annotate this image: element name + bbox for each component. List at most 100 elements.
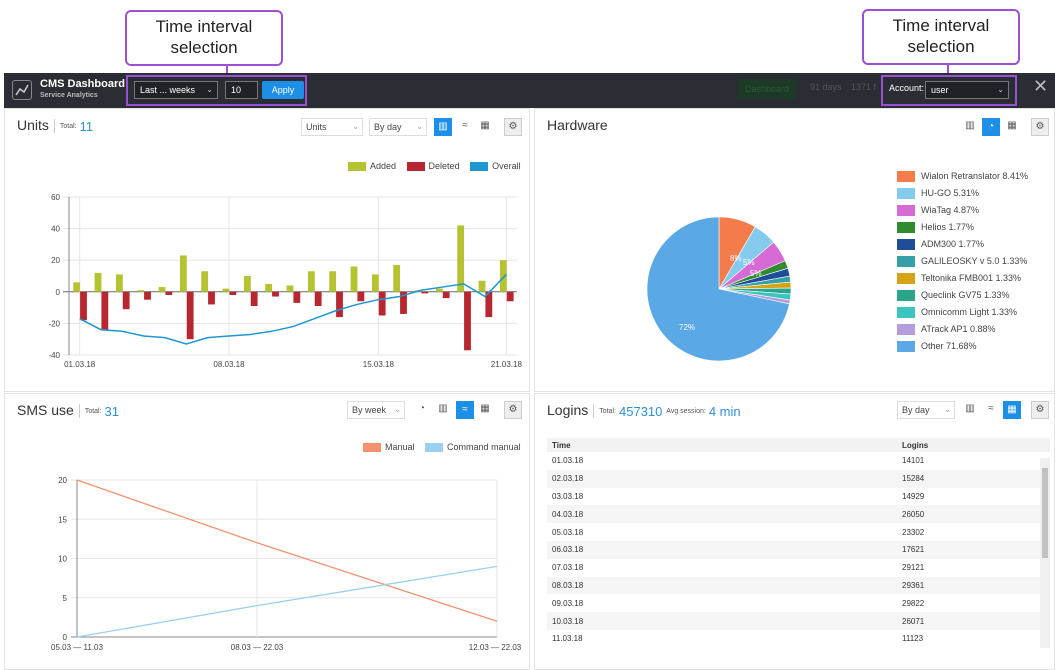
table-row: 10.03.18 26071 bbox=[547, 612, 1050, 630]
legend-item: Wialon Retranslator 8.41% bbox=[897, 170, 1028, 187]
cell-logins: 23302 bbox=[902, 527, 925, 537]
legend-item: ATrack AP1 0.88% bbox=[897, 323, 1028, 340]
annotation-right: Time interval selection bbox=[862, 9, 1020, 65]
y-tick-label: 20 bbox=[51, 256, 60, 265]
close-icon[interactable]: ✕ bbox=[1033, 76, 1048, 97]
table-row: 08.03.18 29361 bbox=[547, 576, 1050, 595]
cell-logins: 26071 bbox=[902, 612, 1050, 630]
legend-swatch bbox=[897, 239, 915, 251]
cell-time: 03.03.18 bbox=[552, 491, 584, 501]
added-bar bbox=[329, 271, 337, 292]
info-extra: 1371 f bbox=[851, 82, 877, 92]
deleted-bar bbox=[357, 291, 365, 302]
table-row: 05.03.18 23302 bbox=[547, 523, 1050, 541]
total-label: Total: bbox=[599, 407, 616, 415]
table-row: 04.03.18 26050 bbox=[547, 505, 1050, 524]
cell-logins: 15284 bbox=[902, 469, 1050, 488]
added-bar bbox=[243, 276, 251, 292]
added-bar bbox=[158, 287, 166, 292]
cell-logins: 29361 bbox=[902, 576, 1050, 595]
x-tick-label: 12.03 — 22.03 bbox=[469, 643, 522, 652]
bar-chart-icon[interactable]: ▥ bbox=[961, 401, 979, 419]
column-header-logins[interactable]: Logins bbox=[902, 438, 1050, 452]
period-select-value: Last ... weeks bbox=[140, 85, 196, 95]
line-chart-icon[interactable]: ≈ bbox=[982, 401, 1000, 419]
divider bbox=[126, 79, 127, 101]
x-tick-label: 21.03.18 bbox=[491, 360, 523, 369]
deleted-bar bbox=[122, 291, 130, 310]
pie-slice-label: 8% bbox=[730, 254, 742, 263]
added-bar bbox=[73, 282, 81, 292]
legend-item: ADM300 1.77% bbox=[897, 238, 1028, 255]
added-bar bbox=[307, 271, 315, 292]
apply-button[interactable]: Apply bbox=[262, 81, 304, 99]
legend-label: Omnicomm Light 1.33% bbox=[921, 307, 1018, 317]
table-icon[interactable]: ▦ bbox=[1003, 401, 1021, 419]
added-bar bbox=[435, 288, 443, 292]
added-bar bbox=[201, 271, 209, 292]
deleted-bar bbox=[293, 291, 301, 303]
legend-item: Helios 1.77% bbox=[897, 221, 1028, 238]
cell-logins: 14101 bbox=[902, 456, 925, 466]
deleted-bar bbox=[186, 291, 194, 340]
deleted-bar bbox=[421, 291, 429, 294]
logins-title-row: Logins Total: 457310 Avg session: 4 min bbox=[547, 402, 741, 419]
legend-item: WiaTag 4.87% bbox=[897, 204, 1028, 221]
table-row: 06.03.18 17621 bbox=[547, 540, 1050, 559]
legend-item: Queclink GV75 1.33% bbox=[897, 289, 1028, 306]
added-bar bbox=[137, 290, 145, 292]
legend-swatch bbox=[897, 307, 915, 319]
pie-chart-icon[interactable]: ◔ bbox=[982, 118, 1000, 136]
added-bar bbox=[350, 266, 358, 292]
scrollbar-thumb[interactable] bbox=[1042, 468, 1048, 558]
period-count-input[interactable]: 10 bbox=[225, 81, 258, 99]
added-bar bbox=[94, 272, 102, 292]
legend-label: HU-GO 5.31% bbox=[921, 188, 980, 198]
legend-swatch bbox=[897, 341, 915, 353]
cell-logins: 29822 bbox=[902, 598, 925, 608]
pie-slice-label: 5% bbox=[743, 258, 755, 267]
y-tick-label: 20 bbox=[58, 476, 67, 485]
chevron-down-icon: ⌄ bbox=[997, 85, 1004, 94]
period-select[interactable]: Last ... weeks ⌄ bbox=[134, 81, 218, 99]
settings-gear-icon[interactable]: ⚙ bbox=[1031, 401, 1049, 419]
sms-chart: 20 15 10 5 005.03 — 11.03 08.03 — 22.03 12.03 … bbox=[51, 476, 522, 652]
cell-time: 10.03.18 bbox=[547, 612, 902, 630]
table-row: 11.03.18 11123 bbox=[547, 630, 1050, 648]
scrollbar[interactable] bbox=[1040, 458, 1050, 648]
table-icon[interactable]: ▦ bbox=[1003, 118, 1021, 136]
avg-session-label: Avg session: bbox=[666, 407, 706, 415]
deleted-bar bbox=[336, 291, 343, 318]
total-value: 457310 bbox=[619, 403, 663, 419]
added-bar bbox=[371, 274, 379, 292]
legend-label: Queclink GV75 1.33% bbox=[921, 290, 1010, 300]
legend-swatch bbox=[897, 273, 915, 285]
settings-gear-icon[interactable]: ⚙ bbox=[1031, 118, 1049, 136]
units-panel: Units Total: 11 Units ⌄ By day ⌄ ▥ ≈ ▦ ⚙ Add… bbox=[4, 108, 530, 392]
cell-time: 07.03.18 bbox=[552, 563, 584, 573]
select-value: By day bbox=[902, 405, 930, 415]
column-header-time[interactable]: Time bbox=[547, 438, 902, 452]
x-tick-label: 08.03.18 bbox=[213, 360, 245, 369]
y-tick-label: 10 bbox=[58, 555, 67, 564]
bar-chart-icon[interactable]: ▥ bbox=[961, 118, 979, 136]
legend-item: Teltonika FMB001 1.33% bbox=[897, 272, 1028, 289]
legend-swatch bbox=[897, 188, 915, 200]
top-bar: CMS Dashboard Service Analytics Last ...… bbox=[4, 73, 1055, 108]
hardware-pie-chart: 8% 5%5%72% bbox=[646, 216, 792, 362]
legend-label: WiaTag 4.87% bbox=[921, 205, 980, 215]
legend-item: Other 71.68% bbox=[897, 340, 1028, 357]
logins-period-select[interactable]: By day ⌄ bbox=[897, 401, 955, 419]
dashboard-button[interactable]: Dashboard bbox=[738, 79, 796, 99]
y-tick-label: 40 bbox=[51, 225, 60, 234]
deleted-bar bbox=[229, 291, 237, 295]
dashboard-screen: Time interval selection Time interval se… bbox=[0, 0, 1055, 670]
legend-label: Other 71.68% bbox=[921, 341, 977, 351]
cell-logins: 26050 bbox=[902, 505, 1050, 524]
added-bar bbox=[393, 264, 401, 292]
legend-item: HU-GO 5.31% bbox=[897, 187, 1028, 204]
legend-label: GALILEOSKY v 5.0 1.33% bbox=[921, 256, 1028, 266]
y-tick-label: 0 bbox=[63, 633, 68, 642]
account-select[interactable]: user ⌄ bbox=[925, 81, 1009, 99]
legend-label: ADM300 1.77% bbox=[921, 239, 985, 249]
